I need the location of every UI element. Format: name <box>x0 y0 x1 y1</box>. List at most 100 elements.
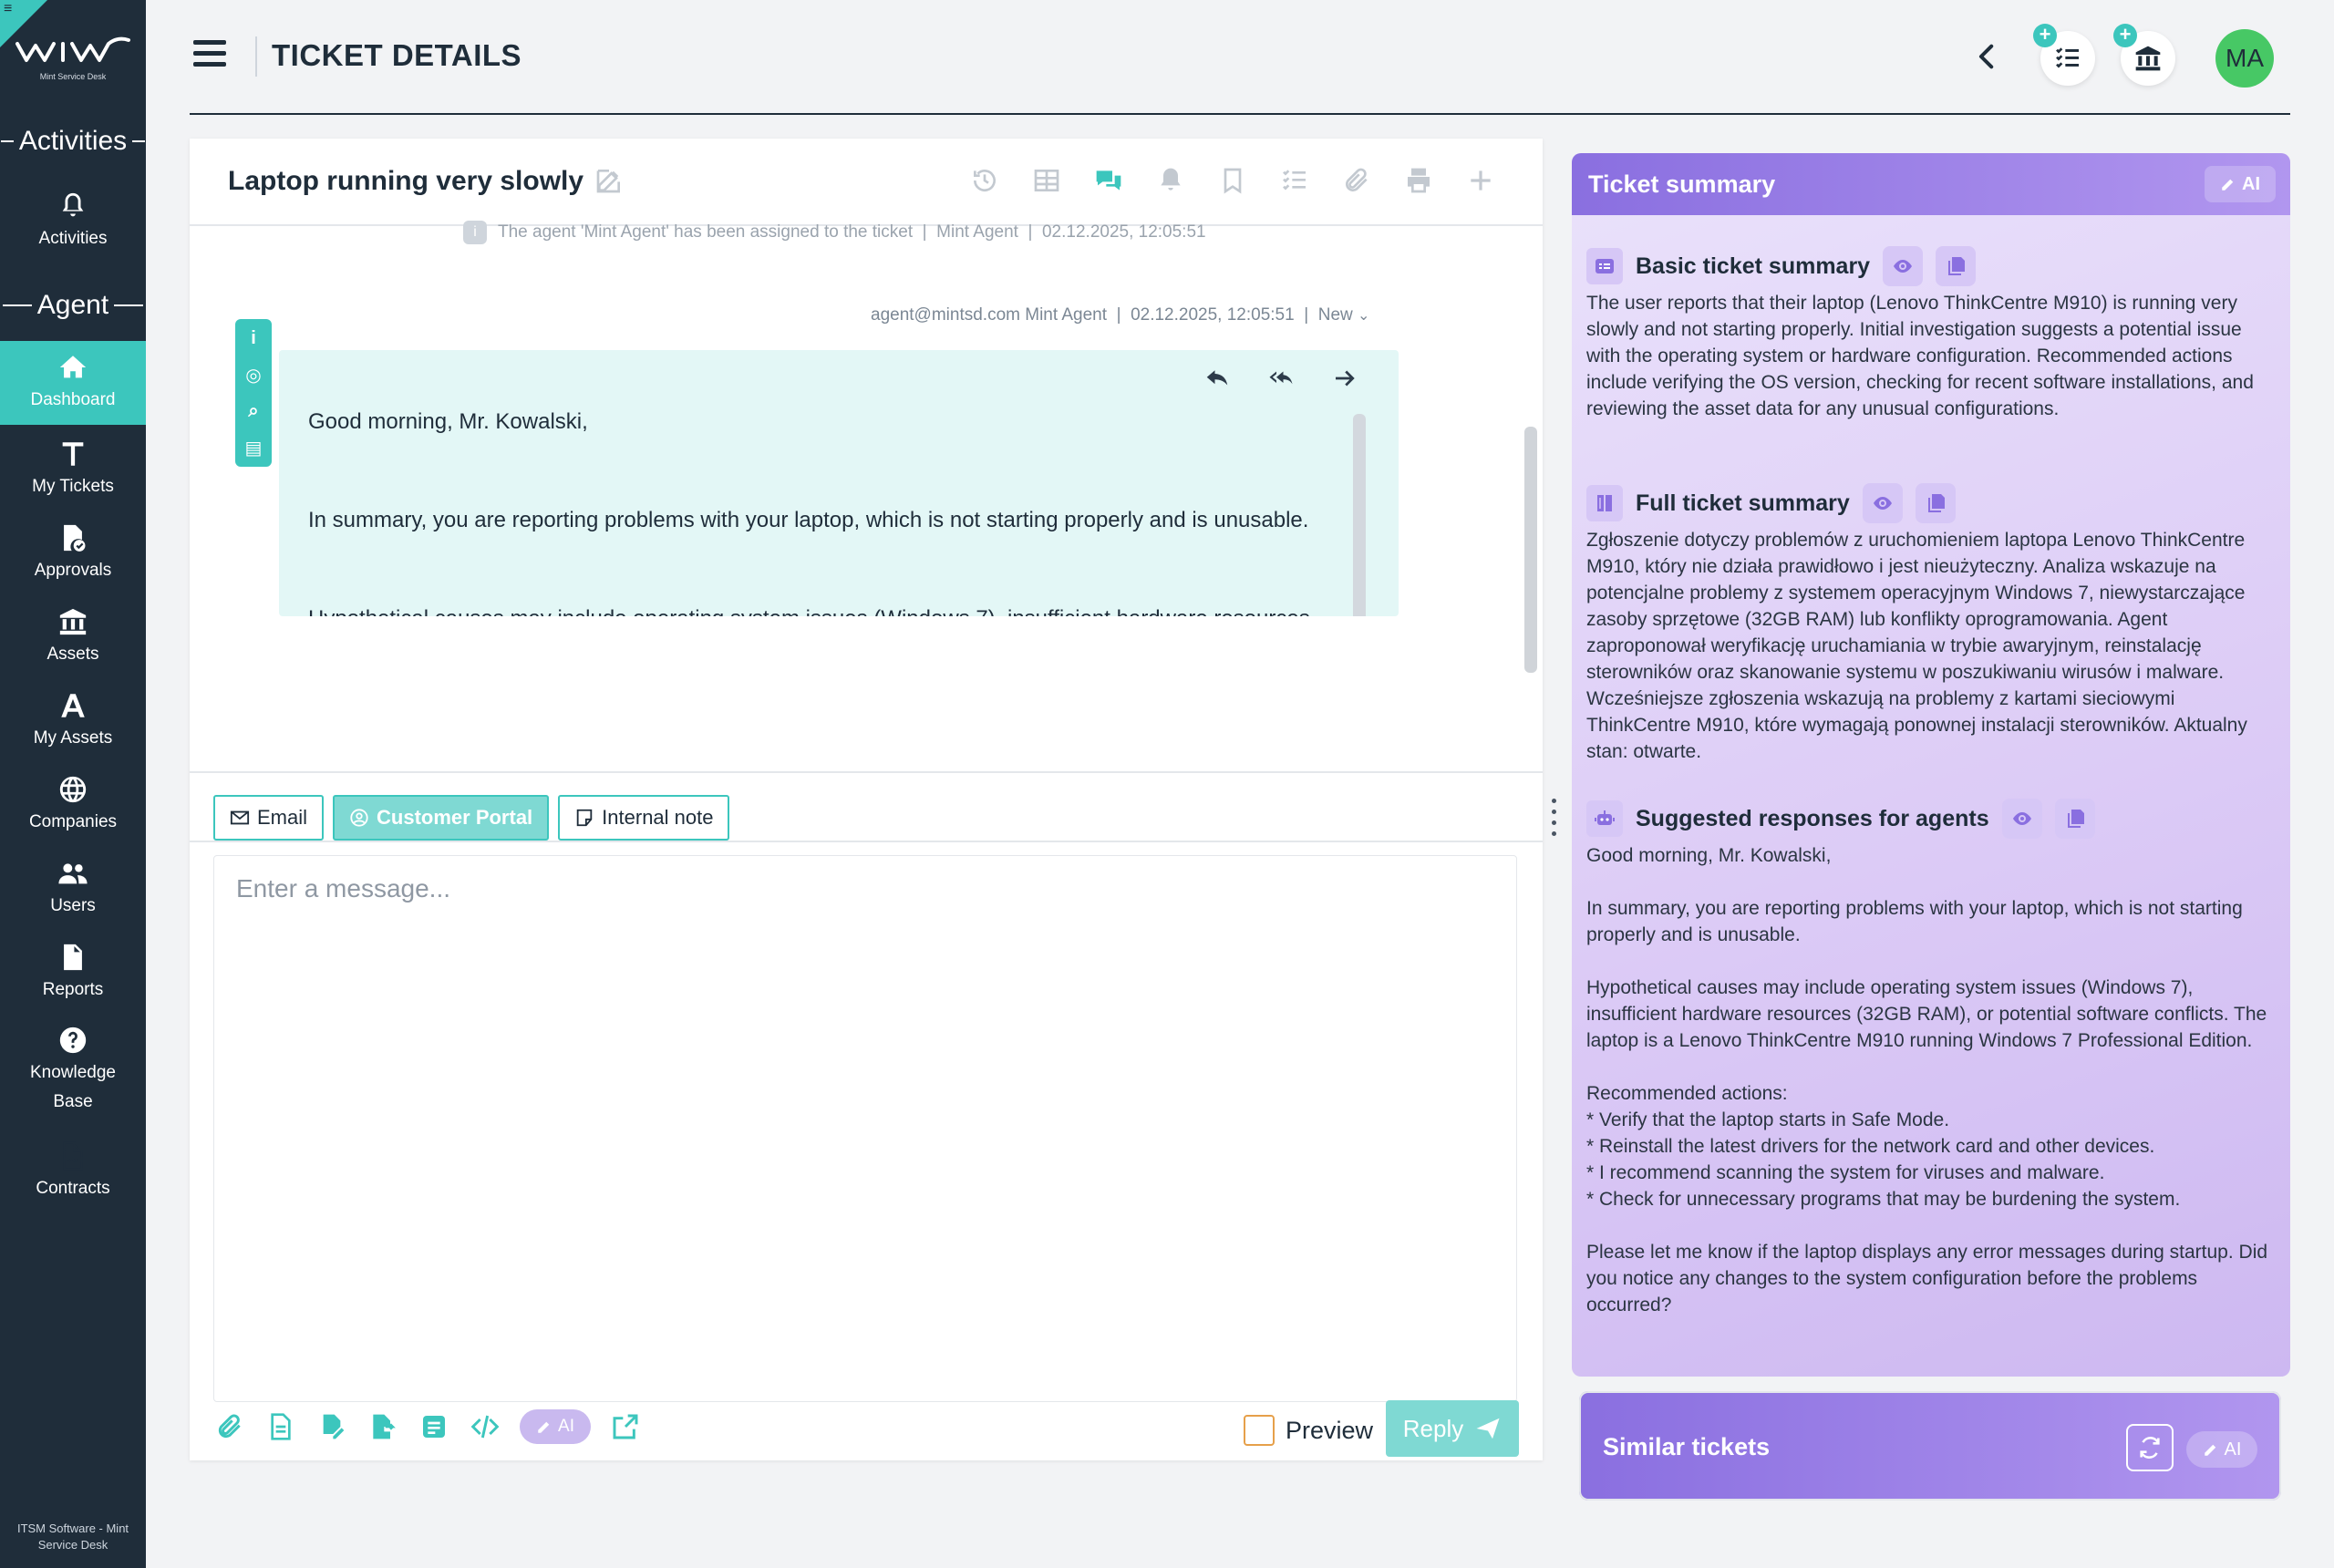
message-editor[interactable]: Enter a message... <box>213 855 1517 1402</box>
ticket-header: Laptop running very slowly <box>190 139 1543 226</box>
message-paragraph: In summary, you are reporting problems w… <box>308 508 1309 532</box>
message-scrollbar[interactable] <box>1353 414 1366 616</box>
copy-icon[interactable] <box>1915 483 1956 523</box>
tab-email[interactable]: Email <box>213 795 325 841</box>
sidebar-item-companies[interactable]: Companies <box>0 764 146 846</box>
signature-icon[interactable] <box>315 1410 348 1443</box>
message-meta-text: agent@mintsd.com Mint Agent | 02.12.2025… <box>871 305 1353 325</box>
section-agent-label: Agent <box>36 290 109 320</box>
document-export-icon[interactable] <box>367 1410 399 1443</box>
add-asset-button[interactable]: + <box>2113 24 2175 86</box>
forward-icon[interactable] <box>1331 365 1358 397</box>
message-actions <box>1203 365 1358 397</box>
open-external-icon[interactable] <box>609 1410 642 1443</box>
report-icon <box>57 941 89 974</box>
attach-icon[interactable] <box>213 1410 246 1443</box>
similar-tickets-panel: Similar tickets AI <box>1579 1391 2281 1501</box>
preview-toggle[interactable]: Preview <box>1244 1415 1373 1446</box>
sidebar-item-assets[interactable]: Assets <box>0 596 146 678</box>
reply-icon[interactable] <box>1203 365 1231 397</box>
sidebar-item-contracts[interactable]: Contracts <box>0 1130 146 1212</box>
sidebar-item-label: Knowledge <box>29 1063 117 1082</box>
message-side-tools: i ◎ ⌕ ▤ <box>235 319 272 467</box>
table-icon[interactable] <box>1027 160 1067 201</box>
copy-icon[interactable] <box>1936 246 1977 286</box>
preview-label: Preview <box>1286 1416 1374 1444</box>
ticket-toolbar <box>965 160 1501 201</box>
message-paragraph: Hypothetical causes may include operatin… <box>308 603 1329 616</box>
tab-label: Customer Portal <box>377 806 533 829</box>
plus-icon[interactable] <box>1461 160 1501 201</box>
globe-icon <box>57 773 89 806</box>
ai-assist-button[interactable]: AI <box>520 1409 591 1444</box>
sidebar-item-dashboard[interactable]: Dashboard <box>0 341 146 425</box>
home-icon <box>57 351 89 384</box>
history-icon[interactable] <box>965 160 1005 201</box>
tab-label: Internal note <box>602 806 714 829</box>
reply-all-icon[interactable] <box>1267 365 1295 397</box>
sidebar-item-my-assets[interactable]: My Assets <box>0 680 146 762</box>
sidebar-item-knowledge-base[interactable]: Knowledge Base <box>0 1016 146 1125</box>
contract-icon <box>57 1140 89 1172</box>
bell-icon[interactable] <box>1151 160 1191 201</box>
tab-customer-portal[interactable]: Customer Portal <box>333 795 550 841</box>
user-circle-icon[interactable]: ◎ <box>242 361 265 388</box>
code-icon[interactable] <box>469 1410 501 1443</box>
ai-summary-button[interactable]: AI <box>2205 166 2276 202</box>
back-chevron-icon[interactable] <box>1969 38 2006 75</box>
history-text: The agent 'Mint Agent' has been assigned… <box>498 222 1206 242</box>
search-icon[interactable]: ⌕ <box>242 397 265 425</box>
section-activities: Activities <box>0 126 146 157</box>
refresh-icon[interactable] <box>2126 1424 2174 1471</box>
info-icon[interactable]: i <box>242 325 265 352</box>
add-task-button[interactable]: + <box>2033 24 2095 86</box>
robot-icon <box>1586 800 1623 837</box>
info-badge-icon: i <box>463 221 487 244</box>
preview-checkbox[interactable] <box>1244 1415 1275 1446</box>
history-entry: i The agent 'Mint Agent' has been assign… <box>463 221 1206 244</box>
print-icon[interactable]: ▤ <box>242 434 265 461</box>
eye-icon[interactable] <box>1862 483 1903 523</box>
tab-internal-note[interactable]: Internal note <box>558 795 730 841</box>
sidebar-item-my-tickets[interactable]: My Tickets <box>0 428 146 511</box>
avatar[interactable]: MA <box>2215 29 2274 88</box>
ticket-summary-panel: Ticket summary AI Basic ticket summary T… <box>1572 153 2290 1377</box>
sidebar-footer: ITSM Software - Mint Service Desk <box>0 1521 146 1553</box>
t-icon <box>57 438 89 470</box>
sidebar-item-users[interactable]: Users <box>0 848 146 930</box>
header-divider <box>190 113 2290 115</box>
message-meta: agent@mintsd.com Mint Agent | 02.12.2025… <box>871 305 1369 325</box>
compose-toolbar: AI <box>213 1409 642 1444</box>
chevron-down-icon[interactable]: ⌄ <box>1358 308 1369 324</box>
edit-title-icon[interactable] <box>594 166 624 200</box>
reply-button[interactable]: Reply <box>1386 1400 1519 1457</box>
sidebar-item-label: My Tickets <box>32 477 114 496</box>
compose-tabs: Email Customer Portal Internal note <box>213 795 730 841</box>
copy-icon[interactable] <box>2054 799 2095 839</box>
paperclip-icon[interactable] <box>1337 160 1377 201</box>
template-icon[interactable] <box>264 1410 297 1443</box>
user-circle-icon <box>350 809 368 827</box>
sidebar-item-label: Assets <box>46 645 99 664</box>
eye-icon[interactable] <box>2001 799 2042 839</box>
ticket-panel: Laptop running very slowly i The agent '… <box>190 139 1543 1460</box>
eye-icon[interactable] <box>1883 246 1924 286</box>
print-icon[interactable] <box>1399 160 1439 201</box>
hamburger-menu-icon[interactable] <box>193 40 226 69</box>
plus-icon: + <box>2033 24 2057 47</box>
comments-icon[interactable] <box>1089 160 1129 201</box>
similar-ai-button[interactable]: AI <box>2186 1431 2257 1468</box>
sidebar-item-activities[interactable]: Activities <box>0 181 146 263</box>
topbar: TICKET DETAILS + + MA <box>146 0 2334 115</box>
plus-icon: + <box>2113 24 2137 47</box>
checklist-icon[interactable] <box>1275 160 1315 201</box>
thread-scrollbar[interactable] <box>1524 427 1537 673</box>
text-block-icon[interactable] <box>418 1410 450 1443</box>
sidebar-item-label: Users <box>50 896 96 915</box>
bookmark-icon[interactable] <box>1213 160 1253 201</box>
sidebar-item-label: Base <box>53 1092 93 1111</box>
sidebar-item-reports[interactable]: Reports <box>0 932 146 1014</box>
list-card-icon <box>1586 248 1623 284</box>
sidebar-item-approvals[interactable]: Approvals <box>0 512 146 594</box>
panel-resize-handle[interactable] <box>1552 799 1556 836</box>
